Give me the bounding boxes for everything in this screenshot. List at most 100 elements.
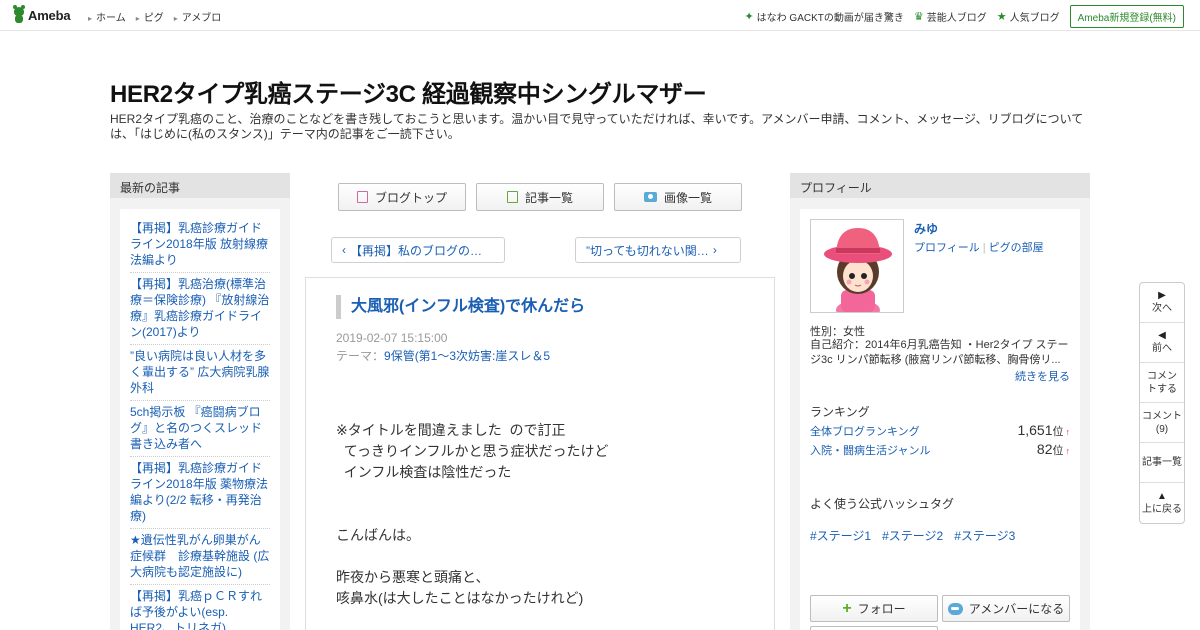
ranking-value: 1,651位 ↑ bbox=[1017, 422, 1070, 439]
star-icon: ★ bbox=[996, 11, 1007, 23]
ranking-label[interactable]: 全体ブログランキング bbox=[810, 423, 920, 439]
hashtag-list: #ステージ1 #ステージ2 #ステージ3 bbox=[810, 527, 1015, 544]
next-label: 次へ bbox=[1152, 303, 1172, 314]
back-to-top-label: 上に戻る bbox=[1142, 503, 1182, 515]
entry-list-button[interactable]: 記事一覧 bbox=[476, 183, 604, 211]
global-header: Ameba ホーム ピグ アメブロ ✦ はなわ GACKTの動画が届き驚き ♛ … bbox=[0, 0, 1200, 31]
profile-link[interactable]: プロフィール bbox=[914, 242, 980, 254]
ameba-mascot-icon bbox=[12, 5, 26, 23]
prev-entry-title: 【再掲】私のブログの… bbox=[350, 243, 483, 258]
chevron-left-icon: ‹ bbox=[342, 243, 346, 257]
body-line: 昨夜から悪寒と頭痛と、 bbox=[336, 569, 490, 585]
prev-entry-link[interactable]: ‹ 【再掲】私のブログの… bbox=[331, 237, 505, 263]
entry-list-side-button[interactable]: 記事一覧 bbox=[1140, 443, 1184, 483]
avatar[interactable] bbox=[810, 219, 904, 313]
body-line bbox=[336, 546, 756, 567]
hashtag-link[interactable]: #ステージ1 bbox=[810, 527, 871, 544]
blog-nav-buttons: ブログトップ 記事一覧 画像一覧 bbox=[338, 183, 742, 211]
recent-entries-list: 【再掲】乳癌診療ガイドライン2018年版 放射線療法編より 【再掲】乳癌治療(標… bbox=[120, 209, 280, 630]
ameba-logo[interactable]: Ameba bbox=[12, 5, 71, 23]
blog-top-button[interactable]: ブログトップ bbox=[338, 183, 466, 211]
back-to-top-button[interactable]: ▲ 上に戻る bbox=[1140, 483, 1184, 523]
recent-entries-panel: 最新の記事 【再掲】乳癌診療ガイドライン2018年版 放射線療法編より 【再掲】… bbox=[110, 173, 290, 630]
next-entry-link[interactable]: ”切っても切れない関… › bbox=[575, 237, 741, 263]
entry-title[interactable]: 大風邪(インフル検査)で休んだら bbox=[336, 295, 585, 319]
global-nav: ホーム ピグ アメブロ bbox=[88, 9, 221, 24]
play-right-icon: ▶ bbox=[1158, 290, 1166, 301]
body-line: インフル検査は陰性だった bbox=[336, 464, 512, 480]
celebrity-blog-link[interactable]: ♛ 芸能人ブログ bbox=[914, 9, 987, 24]
ranking-row-overall: 全体ブログランキング 1,651位 ↑ bbox=[810, 422, 1070, 439]
profile-heading: プロフィール bbox=[790, 173, 1090, 198]
header-links: ✦ はなわ GACKTの動画が届き驚き ♛ 芸能人ブログ ★ 人気ブログ Ame… bbox=[744, 5, 1184, 28]
chevron-right-icon: › bbox=[712, 243, 717, 257]
triangle-up-icon: ▲ bbox=[1157, 490, 1167, 502]
prev-label: 前へ bbox=[1152, 343, 1172, 354]
page-icon bbox=[356, 191, 368, 203]
popular-blog-label: 人気ブログ bbox=[1009, 13, 1060, 24]
prev-button[interactable]: ◀ 前へ bbox=[1140, 323, 1184, 363]
ranking-label[interactable]: 入院・闘病生活ジャンル bbox=[810, 442, 930, 458]
next-button[interactable]: ▶ 次へ bbox=[1140, 283, 1184, 323]
floating-side-nav: ▶ 次へ ◀ 前へ コメントする コメント (9) 記事一覧 ▲ 上に戻る bbox=[1139, 282, 1185, 524]
entry-article: 大風邪(インフル検査)で休んだら 2019-02-07 15:15:00 テーマ… bbox=[305, 277, 775, 630]
body-line: てっきりインフルかと思う症状だったけど bbox=[336, 443, 609, 459]
hashtag-link[interactable]: #ステージ2 bbox=[882, 527, 943, 544]
nav-home[interactable]: ホーム bbox=[88, 9, 126, 24]
recent-entry-link[interactable]: ★遺伝性乳がん卵巣がん症候群 診療基幹施設 (広大病院も認定施設に) bbox=[130, 529, 270, 585]
blog-title[interactable]: HER2タイプ乳癌ステージ3C 経過観察中シングルマザー bbox=[110, 74, 707, 109]
recent-entry-link[interactable]: ”良い病院は良い人材を多く輩出する” 広大病院乳腺外科 bbox=[130, 345, 270, 401]
entry-theme-link[interactable]: 9保管(第1～3次妨害:崖スレ＆5 bbox=[384, 349, 550, 363]
recent-entry-link[interactable]: 【再掲】乳癌ｐＣＲすれば予後がよい(esp. HER2、トリネガ) SABCS bbox=[130, 585, 270, 630]
next-entry-title: ”切っても切れない関… bbox=[586, 243, 709, 258]
image-list-button[interactable]: 画像一覧 bbox=[614, 183, 742, 211]
recent-entry-link[interactable]: 【再掲】乳癌治療(標準治療＝保険診療) 『放射線治療』乳癌診療ガイドライン(20… bbox=[130, 273, 270, 345]
hashtag-heading: よく使う公式ハッシュタグ bbox=[810, 497, 955, 511]
profile-name[interactable]: みゆ bbox=[914, 220, 938, 237]
rank-number: 82 bbox=[1036, 441, 1053, 457]
play-left-icon: ◀ bbox=[1158, 330, 1166, 341]
additional-button[interactable] bbox=[810, 626, 938, 630]
pigg-room-link[interactable]: ピグの部屋 bbox=[989, 242, 1044, 254]
comment-button[interactable]: コメントする bbox=[1140, 363, 1184, 403]
entry-list-label: 記事一覧 bbox=[524, 190, 573, 205]
ranking-row-genre: 入院・闘病生活ジャンル 82位 ↑ bbox=[810, 441, 1070, 458]
plus-icon: + bbox=[842, 599, 852, 617]
arrow-up-icon: ↑ bbox=[1065, 446, 1071, 456]
comments-count: (9) bbox=[1155, 423, 1169, 435]
hashtag-link[interactable]: #ステージ3 bbox=[954, 527, 1015, 544]
entry-body: ※タイトルを間違えました ので訂正 てっきりインフルかと思う症状だったけど イン… bbox=[336, 420, 756, 609]
body-line: こんばんは。 bbox=[336, 527, 420, 543]
entry-theme-label: テーマ： bbox=[336, 349, 385, 363]
blog-top-label: ブログトップ bbox=[374, 190, 447, 205]
body-line bbox=[336, 483, 756, 504]
arrow-up-icon: ↑ bbox=[1065, 427, 1071, 437]
register-button[interactable]: Ameba新規登録(無料) bbox=[1069, 5, 1184, 28]
recent-entry-link[interactable]: 【再掲】乳癌診療ガイドライン2018年版 放射線療法編より bbox=[130, 217, 270, 273]
rank-unit: 位 bbox=[1052, 445, 1064, 457]
rank-unit: 位 bbox=[1052, 426, 1064, 438]
amember-button[interactable]: アメンバーになる bbox=[942, 595, 1070, 622]
read-more-link[interactable]: 続きを見る bbox=[1015, 368, 1070, 384]
nav-pigg[interactable]: ピグ bbox=[136, 9, 164, 24]
nav-ameblo[interactable]: アメブロ bbox=[174, 9, 222, 24]
ranking-value: 82位 ↑ bbox=[1037, 441, 1070, 458]
blog-description: HER2タイプ乳癌のこと、治療のことなどを書き残しておこうと思います。温かい目で… bbox=[110, 112, 1084, 141]
profile-links: プロフィール | ピグの部屋 bbox=[914, 239, 1044, 255]
popular-blog-link[interactable]: ★ 人気ブログ bbox=[997, 9, 1060, 24]
crown-icon: ♛ bbox=[913, 11, 924, 23]
celebrity-blog-label: 芸能人ブログ bbox=[926, 13, 987, 24]
comments-count-button[interactable]: コメント (9) bbox=[1140, 403, 1184, 443]
follow-button[interactable]: + フォロー bbox=[810, 595, 938, 622]
camera-icon bbox=[643, 192, 657, 202]
ranking-heading: ランキング bbox=[810, 405, 870, 419]
recent-entry-link[interactable]: 5ch掲示板 『癌闘病ブログ』と名のつくスレッド書き込み者へ bbox=[130, 401, 270, 457]
profile-panel: プロフィール みゆ プロフィール | ピグの部屋 性別：女性 自己紹介：2014… bbox=[790, 173, 1090, 630]
recent-entry-link[interactable]: 【再掲】乳癌診療ガイドライン2018年版 薬物療法編より(2/2 転移・再発治療… bbox=[130, 457, 270, 529]
news-link-label: はなわ GACKTの動画が届き驚き bbox=[756, 13, 904, 24]
sparkle-icon: ✦ bbox=[744, 11, 754, 23]
divider: | bbox=[982, 242, 986, 254]
news-link[interactable]: ✦ はなわ GACKTの動画が届き驚き bbox=[744, 9, 903, 24]
logo-text: Ameba bbox=[28, 7, 71, 23]
speech-bubble-icon bbox=[947, 602, 963, 615]
